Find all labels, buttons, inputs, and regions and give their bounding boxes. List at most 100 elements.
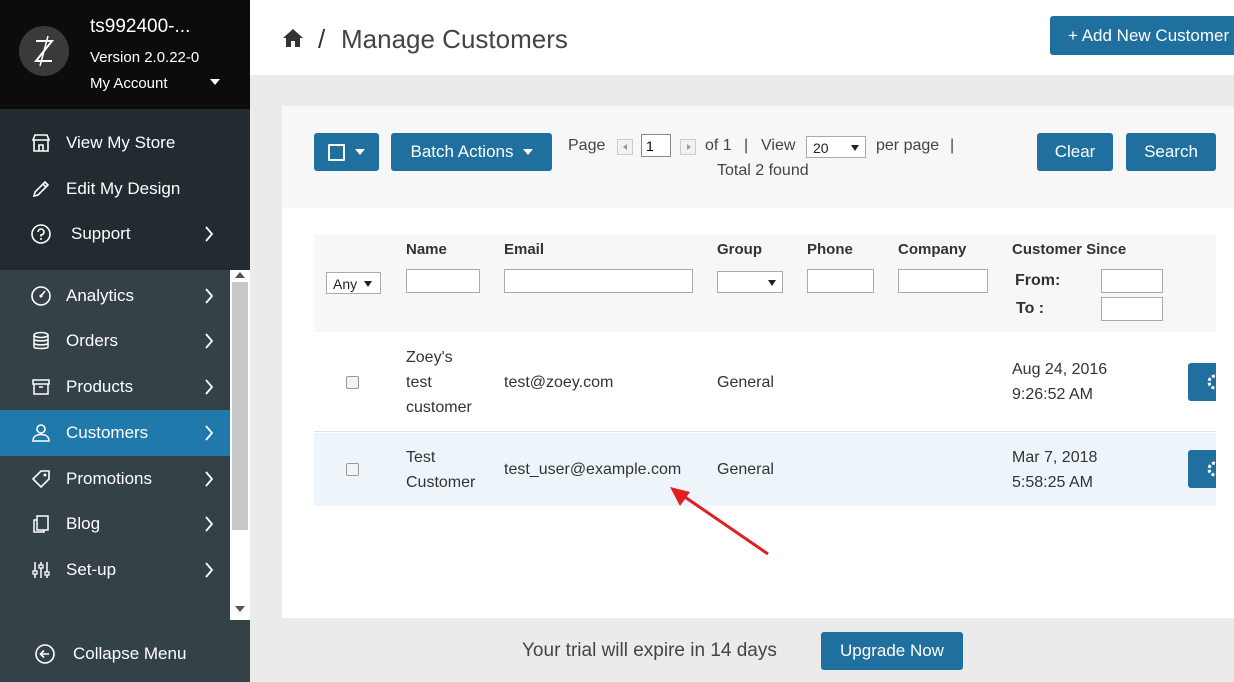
column-header-email[interactable]: Email	[504, 241, 544, 258]
selection-filter-select[interactable]: Any	[326, 272, 381, 294]
sidebar-item-view-my-store[interactable]: View My Store	[0, 120, 230, 166]
caret-down-icon	[768, 280, 776, 286]
previous-page-arrow-icon[interactable]	[617, 139, 633, 155]
selection-filter-value: Any	[333, 276, 358, 292]
breadcrumb-separator: /	[318, 24, 326, 54]
to-label: To :	[1016, 300, 1045, 317]
customer-since: Aug 24, 2016 9:26:52 AM	[1012, 357, 1107, 407]
store-icon	[31, 134, 51, 152]
sidebar-item-label: Set-up	[66, 560, 117, 579]
caret-down-icon	[522, 149, 533, 155]
date-to-input[interactable]	[1101, 297, 1163, 321]
page-title: Manage Customers	[341, 24, 568, 54]
email-filter-input[interactable]	[504, 269, 693, 293]
page-number-input[interactable]	[641, 134, 671, 157]
sidebar-item-label: View My Store	[66, 133, 176, 152]
chevron-right-icon	[205, 333, 214, 349]
chevron-right-icon	[205, 379, 214, 395]
annotation-arrow-icon	[670, 487, 769, 556]
document-copy-icon	[33, 515, 49, 533]
since-date: Mar 7, 2018	[1012, 449, 1098, 466]
column-header-company[interactable]: Company	[898, 241, 966, 258]
row-actions-button[interactable]	[1188, 450, 1216, 488]
column-header-name[interactable]: Name	[406, 241, 447, 258]
version-label: Version 2.0.22-0	[90, 49, 200, 66]
sidebar: ts992400-... Version 2.0.22-0 My Account…	[0, 0, 250, 682]
top-nav: View My Store Edit My Design Support	[0, 109, 250, 270]
sidebar-item-products[interactable]: Products	[0, 364, 230, 410]
scroll-up-arrow-icon[interactable]	[235, 272, 245, 278]
sidebar-item-customers[interactable]: Customers	[0, 410, 230, 456]
date-from-input[interactable]	[1101, 269, 1163, 293]
since-date: Aug 24, 2016	[1012, 361, 1108, 378]
pipe-separator: |	[744, 137, 749, 154]
scroll-down-arrow-icon[interactable]	[235, 606, 245, 612]
account-panel: ts992400-... Version 2.0.22-0 My Account	[0, 0, 250, 109]
upgrade-now-button[interactable]: Upgrade Now	[821, 632, 963, 670]
batch-actions-label: Batch Actions	[410, 142, 514, 161]
sidebar-item-promotions[interactable]: Promotions	[0, 456, 230, 502]
mass-select-dropdown-button[interactable]	[314, 133, 379, 171]
question-circle-icon	[31, 224, 51, 244]
batch-actions-button[interactable]: Batch Actions	[391, 133, 552, 171]
column-header-group[interactable]: Group	[717, 241, 762, 258]
checkbox-square-icon	[328, 143, 345, 161]
total-found-label: Total 2 found	[717, 162, 809, 179]
sidebar-item-edit-my-design[interactable]: Edit My Design	[0, 166, 230, 212]
sidebar-item-label: Customers	[66, 423, 149, 442]
pencil-icon	[32, 180, 50, 198]
customer-group: General	[717, 374, 774, 391]
name-line: customer	[406, 399, 472, 416]
add-new-customer-button[interactable]: + Add New Customer	[1050, 16, 1234, 55]
sidebar-item-label: Products	[66, 377, 134, 396]
sidebar-item-label: Blog	[66, 514, 101, 533]
tag-icon	[31, 470, 50, 489]
caret-down-icon	[355, 149, 365, 155]
sidebar-item-label: Promotions	[66, 469, 152, 488]
clear-button[interactable]: Clear	[1037, 133, 1113, 171]
my-account-link[interactable]: My Account	[90, 75, 168, 92]
name-line: test	[406, 374, 432, 391]
customer-email: test_user@example.com	[504, 461, 682, 478]
chevron-right-icon	[205, 288, 214, 304]
sidebar-item-set-up[interactable]: Set-up	[0, 547, 230, 593]
page-label: Page	[568, 137, 606, 154]
search-button[interactable]: Search	[1126, 133, 1216, 171]
zoey-logo-icon	[19, 26, 69, 76]
arrow-left-circle-icon	[35, 644, 55, 664]
group-filter-select[interactable]	[717, 271, 783, 293]
row-checkbox[interactable]	[346, 463, 359, 476]
since-time: 9:26:52 AM	[1012, 386, 1093, 403]
company-filter-input[interactable]	[898, 269, 988, 293]
row-checkbox[interactable]	[346, 376, 359, 389]
name-filter-input[interactable]	[406, 269, 480, 293]
page-count-label: of 1	[705, 137, 732, 154]
per-page-select[interactable]: 20	[806, 136, 866, 158]
row-actions-button[interactable]	[1188, 363, 1216, 401]
chevron-right-icon	[205, 425, 214, 441]
customer-group: General	[717, 461, 774, 478]
column-header-phone[interactable]: Phone	[807, 241, 853, 258]
next-page-arrow-icon[interactable]	[680, 139, 696, 155]
collapse-menu-button[interactable]: Collapse Menu	[0, 631, 250, 682]
database-icon	[33, 331, 49, 350]
archive-box-icon	[32, 379, 50, 395]
sidebar-item-analytics[interactable]: Analytics	[0, 273, 230, 319]
column-header-customer-since[interactable]: Customer Since	[1012, 241, 1126, 258]
sidebar-item-orders[interactable]: Orders	[0, 318, 230, 364]
store-name: ts992400-...	[90, 16, 191, 37]
sidebar-item-support[interactable]: Support	[0, 211, 230, 257]
phone-filter-input[interactable]	[807, 269, 874, 293]
sidebar-scrollbar-thumb[interactable]	[232, 282, 248, 530]
from-label: From:	[1015, 272, 1061, 289]
trial-expiry-message: Your trial will expire in 14 days	[522, 640, 777, 661]
customer-name: Test Customer	[406, 445, 475, 495]
chevron-right-icon	[205, 226, 214, 242]
caret-down-icon[interactable]	[210, 79, 220, 85]
chevron-right-icon	[205, 562, 214, 578]
sidebar-item-blog[interactable]: Blog	[0, 501, 230, 547]
sidebar-item-label: Orders	[66, 331, 118, 350]
home-icon[interactable]	[282, 28, 304, 48]
caret-down-icon	[851, 145, 859, 151]
gear-icon	[1207, 461, 1216, 477]
